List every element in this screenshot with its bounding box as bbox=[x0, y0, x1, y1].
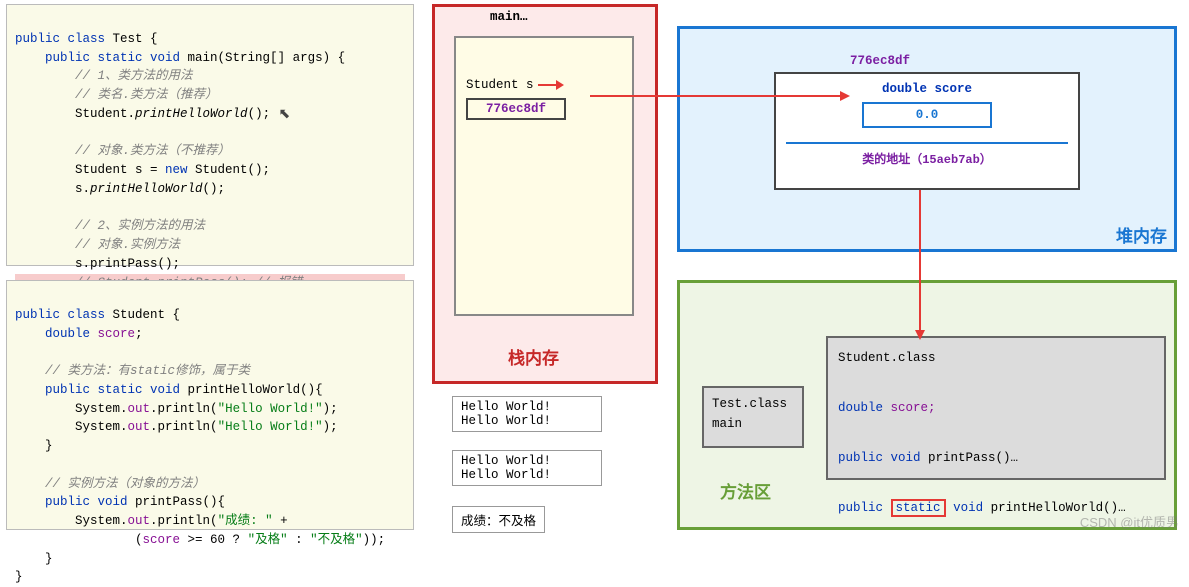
local-var: Student s bbox=[466, 78, 622, 92]
main-stack-frame: Student s 776ec8df bbox=[454, 36, 634, 316]
console-output-1: Hello World!Hello World! bbox=[452, 396, 602, 432]
heap-title: 堆内存 bbox=[1116, 222, 1167, 248]
test-class-box: Test.class main bbox=[702, 386, 804, 448]
watermark: CSDN @it优质男 bbox=[1080, 512, 1179, 531]
code-student-class: public class Student { double score; // … bbox=[6, 280, 414, 530]
stack-title: 栈内存 bbox=[508, 344, 559, 370]
object-address: 776ec8df bbox=[850, 54, 910, 68]
console-output-2: Hello World!Hello World! bbox=[452, 450, 602, 486]
code-test-class: public class Test { public static void m… bbox=[6, 4, 414, 266]
student-class-box: Student.class double score; public void … bbox=[826, 336, 1166, 480]
class-ref-label: 类的地址（15aeb7ab） bbox=[786, 142, 1068, 167]
console-output-3: 成绩：不及格 bbox=[452, 506, 545, 533]
score-value: 0.0 bbox=[862, 102, 992, 128]
main-frame-label: main… bbox=[490, 10, 528, 24]
student-object: double score 0.0 类的地址（15aeb7ab） bbox=[774, 72, 1080, 190]
static-highlight: static bbox=[891, 499, 946, 517]
pointer-value: 776ec8df bbox=[466, 98, 566, 120]
method-area-title: 方法区 bbox=[720, 478, 771, 504]
mouse-cursor: ⬉ bbox=[270, 105, 290, 126]
